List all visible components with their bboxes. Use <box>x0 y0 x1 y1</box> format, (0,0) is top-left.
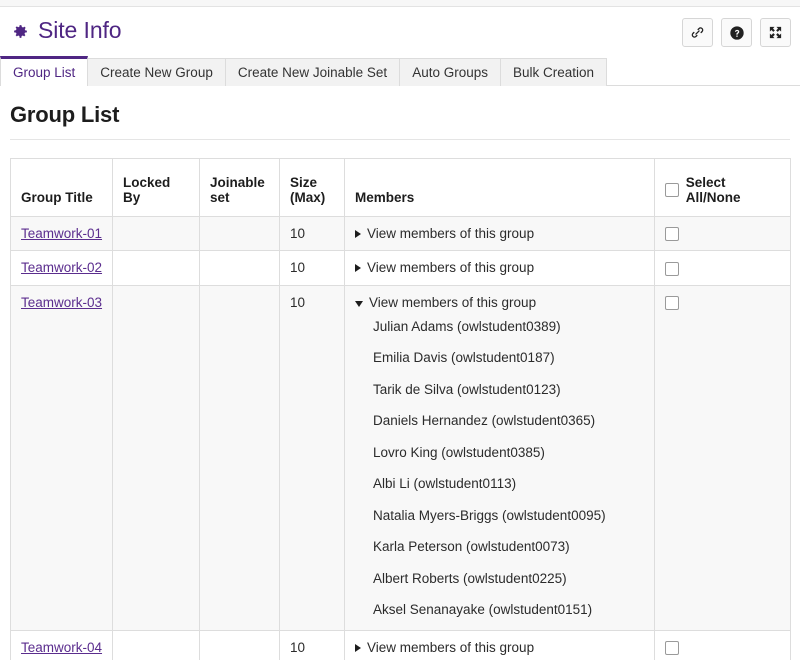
column-header-joinable-set: Joinable set <box>199 158 280 217</box>
members-toggle-label: View members of this group <box>367 226 535 241</box>
top-strip <box>0 0 800 7</box>
cell-locked-by <box>112 629 200 660</box>
cell-locked-by <box>112 284 200 631</box>
member-list-item: Albert Roberts (owlstudent0225) <box>373 570 567 586</box>
cell-joinable-set <box>199 284 280 631</box>
members-toggle[interactable]: View members of this group <box>355 260 645 275</box>
cell-joinable-set <box>199 629 280 660</box>
cell-group-title: Teamwork-03 <box>10 284 113 631</box>
table-row: Teamwork-04 10 View members of this group <box>10 629 791 660</box>
members-toggle[interactable]: View members of this group <box>355 295 645 310</box>
main-content: Group List Group Title Locked By Joinabl… <box>0 102 800 660</box>
tab-bulk-creation[interactable]: Bulk Creation <box>499 58 608 86</box>
group-title-link[interactable]: Teamwork-03 <box>21 295 102 310</box>
link-icon <box>691 27 704 38</box>
tab-label: Create New Joinable Set <box>237 65 388 80</box>
cell-size-max: 10 <box>279 215 345 252</box>
cell-members: View members of this group <box>344 629 655 660</box>
tab-label: Group List <box>13 65 76 80</box>
chevron-right-icon <box>355 643 361 652</box>
table-row: Teamwork-02 10 View members of this group <box>10 250 791 286</box>
tab-bar: Group List Create New Group Create New J… <box>0 54 800 86</box>
row-select-checkbox[interactable] <box>665 261 679 276</box>
cell-members: View members of this group <box>344 250 655 286</box>
cell-select <box>654 284 791 631</box>
member-list-item: Julian Adams (owlstudent0389) <box>373 318 561 334</box>
table-row: Teamwork-01 10 View members of this group <box>10 215 791 252</box>
cell-group-title: Teamwork-02 <box>10 250 113 286</box>
group-title-link[interactable]: Teamwork-02 <box>21 260 102 275</box>
member-list: Julian Adams (owlstudent0389) Emilia Davi… <box>355 320 645 619</box>
column-header-size-max: Size (Max) <box>279 158 345 217</box>
group-list-table: Group Title Locked By Joinable set Size … <box>10 158 791 660</box>
table-head: Group Title Locked By Joinable set Size … <box>10 158 791 217</box>
member-list-item: Lovro King (owlstudent0385) <box>373 444 545 460</box>
header-actions <box>682 18 791 47</box>
select-all-checkbox[interactable] <box>665 183 679 197</box>
tab-group-list[interactable]: Group List <box>0 56 89 86</box>
column-header-locked-by: Locked By <box>112 158 200 217</box>
column-header-select-all: Select All/None <box>654 158 791 217</box>
cell-size-max: 10 <box>279 284 345 631</box>
tab-create-new-joinable-set[interactable]: Create New Joinable Set <box>224 58 401 86</box>
page-title-wrap: Site Info <box>12 19 122 42</box>
cell-locked-by <box>112 250 200 286</box>
cell-size-max: 10 <box>279 629 345 660</box>
row-select-checkbox[interactable] <box>665 296 679 311</box>
column-header-group-title: Group Title <box>10 158 113 217</box>
table-header-row: Group Title Locked By Joinable set Size … <box>10 158 791 217</box>
members-toggle-label: View members of this group <box>367 260 535 276</box>
cell-members: View members of this group Julian Adams (… <box>344 284 655 631</box>
cell-size-max: 10 <box>279 250 345 286</box>
page-title: Site Info <box>38 17 122 43</box>
table-body: Teamwork-01 10 View members of this group T… <box>10 215 791 660</box>
cell-joinable-set <box>199 215 280 252</box>
group-title-link[interactable]: Teamwork-01 <box>21 226 102 241</box>
help-icon <box>729 25 744 40</box>
tab-auto-groups[interactable]: Auto Groups <box>399 58 501 86</box>
group-title-link[interactable]: Teamwork-04 <box>21 640 102 655</box>
member-list-item: Natalia Myers-Briggs (owlstudent0095) <box>373 507 606 523</box>
table-row: Teamwork-03 10 View members of this group J… <box>10 284 791 631</box>
column-header-members: Members <box>344 158 655 217</box>
section-heading: Group List <box>10 102 120 127</box>
tab-label: Bulk Creation <box>512 65 595 80</box>
members-toggle-label: View members of this group <box>369 294 537 310</box>
member-list-item: Karla Peterson (owlstudent0073) <box>373 539 570 555</box>
help-icon-button[interactable] <box>721 18 752 47</box>
members-toggle-label: View members of this group <box>367 639 535 655</box>
tab-label: Create New Group <box>100 65 213 80</box>
cell-joinable-set <box>199 250 280 286</box>
row-select-checkbox[interactable] <box>665 641 679 656</box>
chevron-right-icon <box>355 264 361 273</box>
tab-create-new-group[interactable]: Create New Group <box>87 58 226 86</box>
member-list-item: Emilia Davis (owlstudent0187) <box>373 350 555 366</box>
link-icon-button[interactable] <box>682 18 713 47</box>
row-select-checkbox[interactable] <box>665 227 679 242</box>
app-header: Site Info <box>0 7 800 54</box>
heading-divider <box>10 139 790 140</box>
members-toggle[interactable]: View members of this group <box>355 226 645 241</box>
cell-select <box>654 215 791 252</box>
gear-icon <box>14 25 27 38</box>
expand-icon <box>769 26 782 39</box>
tab-label: Auto Groups <box>412 65 488 80</box>
chevron-down-icon <box>355 300 363 307</box>
chevron-right-icon <box>355 230 361 238</box>
expand-icon-button[interactable] <box>760 18 791 47</box>
select-all-label: Select All/None <box>685 175 741 205</box>
member-list-item: Albi Li (owlstudent0113) <box>373 476 517 492</box>
cell-group-title: Teamwork-04 <box>10 629 113 660</box>
cell-select <box>654 250 791 286</box>
cell-select <box>654 629 791 660</box>
cell-locked-by <box>112 215 200 252</box>
cell-members: View members of this group <box>344 215 655 252</box>
member-list-item: Aksel Senanayake (owlstudent0151) <box>373 602 593 618</box>
member-list-item: Daniels Hernandez (owlstudent0365) <box>373 413 596 429</box>
members-toggle[interactable]: View members of this group <box>355 640 645 655</box>
member-list-item: Tarik de Silva (owlstudent0123) <box>373 381 561 397</box>
cell-group-title: Teamwork-01 <box>10 215 113 252</box>
